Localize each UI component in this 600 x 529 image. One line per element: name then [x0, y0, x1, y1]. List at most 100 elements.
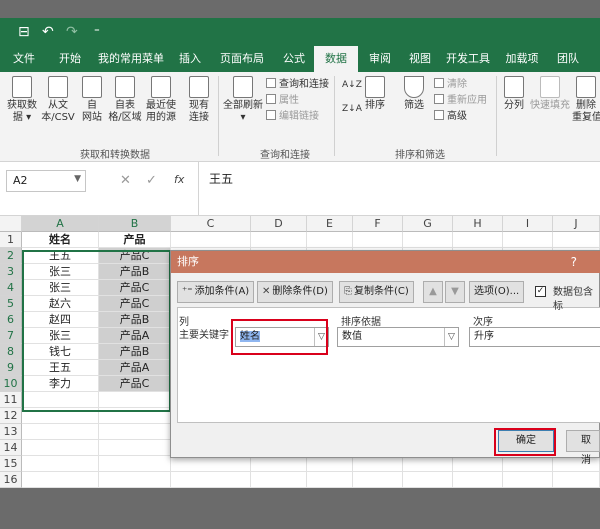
sort-descending-button[interactable]: Z↓A	[342, 102, 362, 116]
row-header[interactable]: 9	[0, 360, 22, 376]
formula-input[interactable]: 王五	[198, 162, 600, 216]
filter-button[interactable]: 筛选	[400, 76, 428, 112]
options-button[interactable]: 选项(O)...	[469, 281, 525, 303]
table-cell[interactable]	[503, 232, 553, 248]
row-header[interactable]: 7	[0, 328, 22, 344]
tab-home[interactable]: 开始	[50, 46, 90, 72]
table-cell[interactable]	[171, 456, 251, 472]
table-cell[interactable]	[553, 472, 600, 488]
column-header[interactable]: G	[403, 216, 453, 232]
table-cell[interactable]: 姓名	[22, 232, 99, 248]
edit-links-button[interactable]: 编辑链接	[266, 110, 319, 124]
table-cell[interactable]	[453, 472, 503, 488]
order-select[interactable]: 升序	[469, 327, 600, 347]
table-cell[interactable]: 张三	[22, 328, 99, 344]
table-cell[interactable]	[171, 232, 251, 248]
tab-addins[interactable]: 加载项	[500, 46, 544, 72]
row-header[interactable]: 4	[0, 280, 22, 296]
table-cell[interactable]	[22, 456, 99, 472]
existing-connections-button[interactable]: 现有 连接	[184, 76, 214, 124]
column-header[interactable]: I	[503, 216, 553, 232]
column-header[interactable]: C	[171, 216, 251, 232]
table-cell[interactable]: 产品C	[99, 280, 171, 296]
table-cell[interactable]	[403, 472, 453, 488]
from-text-button[interactable]: 从文 本/CSV	[38, 76, 78, 124]
table-cell[interactable]: 产品A	[99, 360, 171, 376]
text-to-columns-button[interactable]: 分列	[500, 76, 528, 112]
column-header[interactable]: B	[99, 216, 171, 232]
table-cell[interactable]	[22, 408, 99, 424]
tab-team[interactable]: 团队	[550, 46, 586, 72]
table-cell[interactable]: 产品B	[99, 264, 171, 280]
select-all-corner[interactable]	[0, 216, 22, 232]
table-cell[interactable]	[99, 408, 171, 424]
undo-icon[interactable]: ↶	[42, 23, 54, 41]
table-cell[interactable]	[99, 456, 171, 472]
row-header[interactable]: 12	[0, 408, 22, 424]
table-cell[interactable]	[22, 392, 99, 408]
sort-on-select[interactable]: 数值 ▽	[337, 327, 459, 347]
table-cell[interactable]	[99, 472, 171, 488]
row-header[interactable]: 1	[0, 232, 22, 248]
row-header[interactable]: 10	[0, 376, 22, 392]
table-cell[interactable]: 产品C	[99, 296, 171, 312]
table-cell[interactable]	[403, 232, 453, 248]
flash-fill-button[interactable]: 快速填充	[530, 76, 570, 112]
table-cell[interactable]	[453, 232, 503, 248]
redo-icon[interactable]: ↷	[66, 23, 78, 41]
row-header[interactable]: 8	[0, 344, 22, 360]
table-cell[interactable]	[553, 232, 600, 248]
from-table-button[interactable]: 自表 格/区域	[106, 76, 144, 124]
properties-button[interactable]: 属性	[266, 94, 299, 108]
clear-button[interactable]: 清除	[434, 78, 467, 92]
chevron-down-icon[interactable]: ▽	[444, 328, 458, 346]
table-cell[interactable]: 王五	[22, 248, 99, 264]
sort-ascending-button[interactable]: A↓Z	[342, 78, 362, 92]
queries-connections-button[interactable]: 查询和连接	[266, 78, 329, 92]
refresh-all-button[interactable]: 全部刷新 ▾	[222, 76, 264, 124]
table-cell[interactable]: 产品C	[99, 376, 171, 392]
table-cell[interactable]	[99, 440, 171, 456]
tab-formulas[interactable]: 公式	[276, 46, 312, 72]
table-cell[interactable]	[353, 456, 403, 472]
table-cell[interactable]	[171, 472, 251, 488]
table-cell[interactable]: 王五	[22, 360, 99, 376]
table-cell[interactable]: 产品A	[99, 328, 171, 344]
table-cell[interactable]	[307, 232, 353, 248]
tab-data[interactable]: 数据	[314, 46, 358, 72]
tab-view[interactable]: 视图	[402, 46, 438, 72]
row-header[interactable]: 3	[0, 264, 22, 280]
move-up-button[interactable]: ▲	[423, 281, 443, 303]
move-down-button[interactable]: ▼	[445, 281, 465, 303]
from-web-button[interactable]: 自 网站	[78, 76, 106, 124]
remove-duplicates-button[interactable]: 删除 重复值	[572, 76, 600, 124]
row-header[interactable]: 5	[0, 296, 22, 312]
table-cell[interactable]: 赵六	[22, 296, 99, 312]
cancel-icon[interactable]: ✕	[120, 173, 131, 188]
column-header[interactable]: E	[307, 216, 353, 232]
advanced-button[interactable]: 高级	[434, 110, 467, 124]
column-header[interactable]: F	[353, 216, 403, 232]
table-cell[interactable]	[403, 456, 453, 472]
row-header[interactable]: 15	[0, 456, 22, 472]
row-header[interactable]: 11	[0, 392, 22, 408]
table-cell[interactable]	[453, 456, 503, 472]
table-cell[interactable]	[99, 392, 171, 408]
chevron-down-icon[interactable]: ▼	[74, 174, 81, 184]
table-cell[interactable]: 张三	[22, 264, 99, 280]
tab-developer[interactable]: 开发工具	[442, 46, 494, 72]
confirm-icon[interactable]: ✓	[146, 173, 157, 188]
help-icon[interactable]: ?	[571, 251, 577, 273]
tab-page-layout[interactable]: 页面布局	[216, 46, 268, 72]
has-headers-checkbox[interactable]: ✓	[535, 286, 546, 297]
table-cell[interactable]	[503, 456, 553, 472]
table-cell[interactable]: 张三	[22, 280, 99, 296]
customize-qat-icon[interactable]: ⁼	[94, 23, 100, 41]
table-cell[interactable]: 赵四	[22, 312, 99, 328]
column-header[interactable]: H	[453, 216, 503, 232]
copy-level-button[interactable]: ⎘ 复制条件(C)	[339, 281, 414, 303]
delete-level-button[interactable]: ✕ 删除条件(D)	[257, 281, 333, 303]
table-cell[interactable]	[251, 472, 307, 488]
save-icon[interactable]: ⊟	[18, 23, 30, 41]
recent-sources-button[interactable]: 最近使 用的源	[142, 76, 180, 124]
